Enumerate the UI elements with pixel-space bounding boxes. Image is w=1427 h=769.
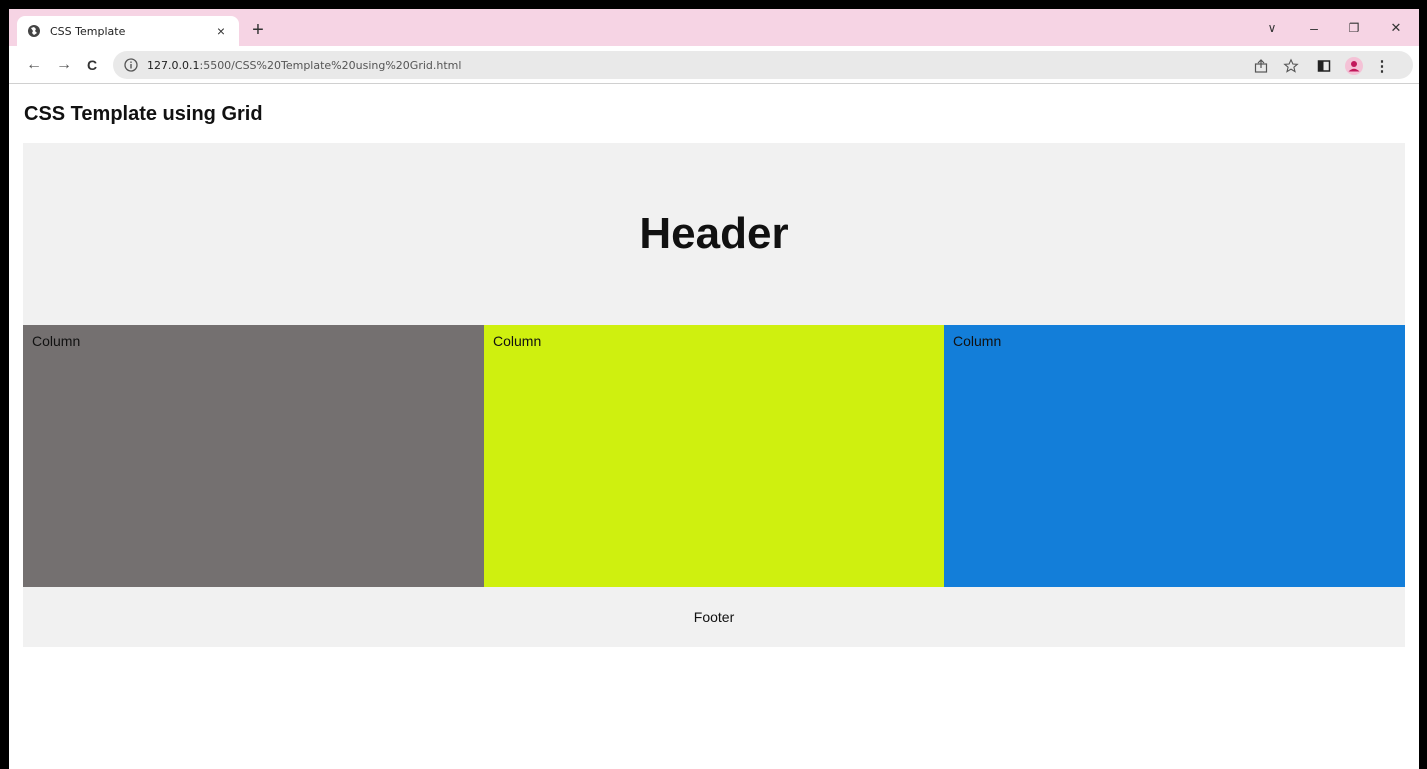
- tab-css-template[interactable]: CSS Template ×: [17, 16, 239, 46]
- info-icon[interactable]: [123, 57, 139, 73]
- more-menu-icon[interactable]: ⋮: [1371, 55, 1393, 77]
- url-path: :5500/CSS%20Template%20using%20Grid.html: [199, 58, 462, 72]
- tab-title: CSS Template: [50, 24, 126, 38]
- reload-button[interactable]: C: [81, 54, 103, 76]
- url-text: 127.0.0.1:5500/CSS%20Template%20using%20…: [147, 59, 461, 72]
- bookmark-star-icon[interactable]: [1280, 55, 1302, 77]
- web-page: CSS Template using Grid Header Column Co…: [9, 85, 1419, 769]
- new-tab-button[interactable]: +: [245, 18, 271, 44]
- url-host: 127.0.0.1: [147, 58, 200, 72]
- side-panel-icon[interactable]: [1313, 55, 1335, 77]
- page-title: CSS Template using Grid: [24, 103, 263, 125]
- minimize-button[interactable]: –: [1299, 17, 1329, 39]
- close-window-button[interactable]: ✕: [1381, 17, 1411, 39]
- tab-close-button[interactable]: ×: [213, 23, 229, 39]
- globe-icon: [27, 24, 41, 38]
- restore-button[interactable]: ❐: [1339, 17, 1369, 39]
- grid-container: Header Column Column Column Footer: [23, 143, 1405, 647]
- share-icon[interactable]: [1250, 55, 1272, 77]
- column-3: Column: [944, 325, 1405, 587]
- browser-window: CSS Template × + ∨ – ❐ ✕ ← → C 127.0.0.1…: [9, 9, 1419, 769]
- profile-avatar-icon[interactable]: [1343, 55, 1365, 77]
- browser-toolbar: ← → C 127.0.0.1:5500/CSS%20Template%20us…: [9, 46, 1419, 84]
- tab-search-button[interactable]: ∨: [1257, 17, 1287, 39]
- header-text: Header: [639, 209, 789, 258]
- back-button[interactable]: ←: [23, 54, 45, 76]
- address-bar[interactable]: 127.0.0.1:5500/CSS%20Template%20using%20…: [113, 51, 1413, 79]
- forward-button[interactable]: →: [53, 54, 75, 76]
- column-2: Column: [484, 325, 944, 587]
- grid-header: Header: [23, 143, 1405, 325]
- grid-footer: Footer: [23, 587, 1405, 647]
- column-1: Column: [23, 325, 484, 587]
- tab-strip: CSS Template × + ∨ – ❐ ✕: [9, 9, 1419, 46]
